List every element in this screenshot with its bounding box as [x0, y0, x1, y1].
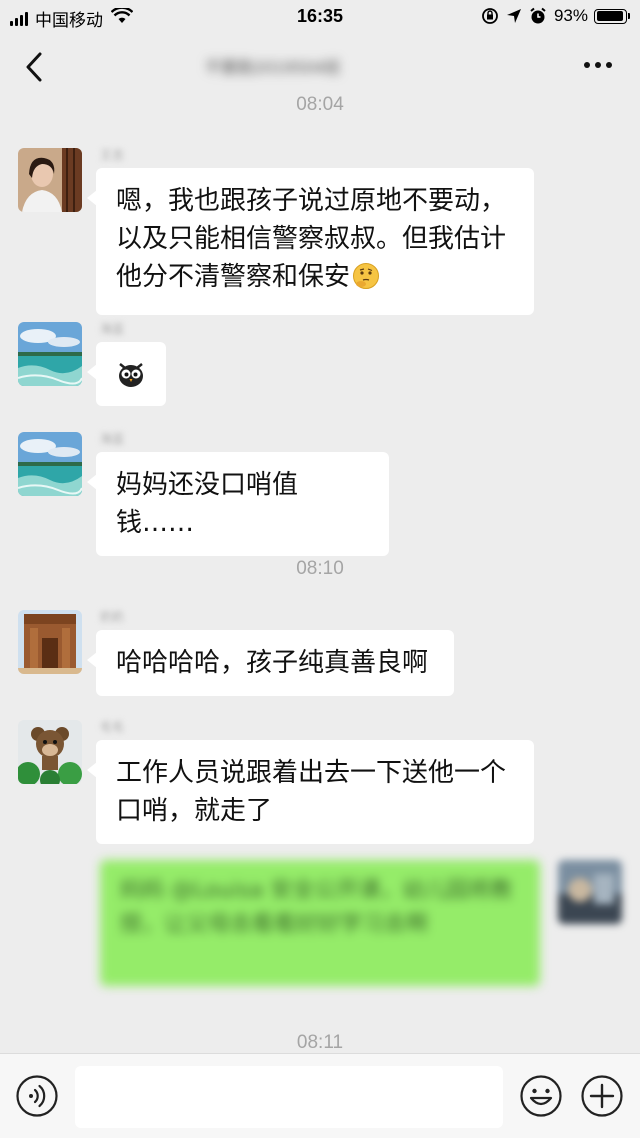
status-bar: 中国移动 16:35 93%: [0, 0, 640, 34]
message-text: 工作人员说跟着出去一下送他一个口哨，就走了: [116, 758, 507, 826]
message-bubble[interactable]: 哈哈哈哈，孩子纯真善良啊: [87, 630, 454, 696]
own-message-bubble[interactable]: 妈妈 @Louisa 安全公开课，幼儿园将教授，让父母去看看好好学习去啊: [100, 860, 540, 986]
timestamp: 08:11: [296, 1032, 344, 1053]
message-text: 哈哈哈哈，孩子纯真善良啊: [116, 648, 429, 678]
ancient-ruins-image: [18, 610, 82, 674]
orientation-lock-icon: [481, 7, 499, 25]
battery-icon: [594, 8, 630, 24]
input-bar: [0, 1053, 640, 1138]
voice-icon: [16, 1075, 58, 1117]
voice-input-button[interactable]: [15, 1074, 59, 1118]
my-avatar-image: [558, 860, 622, 924]
chat-message-list[interactable]: 08:04 王吉 嗯，我也跟孩子说过原地不要动，以及只能相信警察叔叔。但我估计他…: [0, 94, 640, 1053]
owl-emoji-icon: [119, 363, 143, 387]
alarm-icon: [529, 7, 547, 25]
timestamp: 08:10: [296, 558, 344, 579]
message-text: 妈妈 @Louisa 安全公开课，幼儿园将教授，让父母去看看好好学习去啊: [120, 878, 513, 937]
message-bubble[interactable]: 工作人员说跟着出去一下送他一个口哨，就走了: [87, 740, 534, 844]
message-bubble[interactable]: 妈妈还没口哨值钱……: [87, 452, 389, 556]
more-icon: [579, 62, 612, 68]
timestamp: 08:04: [296, 94, 344, 115]
navigation-bar: 不要跑2019504班: [0, 34, 640, 98]
sender-name: 海蓝: [100, 432, 125, 446]
message-bubble[interactable]: 嗯，我也跟孩子说过原地不要动，以及只能相信警察叔叔。但我估计他分不清警察和保安: [87, 168, 534, 315]
avatar[interactable]: [18, 610, 82, 674]
avatar[interactable]: [18, 432, 82, 496]
sender-name: 奶奶: [100, 610, 125, 624]
chat-title: 不要跑2019504班: [205, 58, 341, 77]
sticker-bubble[interactable]: [87, 342, 166, 406]
chevron-left-icon: [26, 52, 42, 82]
emoji-button[interactable]: [519, 1074, 563, 1118]
toy-monkey-image: [18, 720, 82, 784]
message-input[interactable]: [75, 1066, 503, 1128]
back-button[interactable]: [20, 50, 50, 84]
add-icon: [581, 1075, 623, 1117]
woman-portrait-image: [18, 148, 82, 212]
sender-name: 海蓝: [100, 322, 125, 336]
ocean-scenery-image: [18, 432, 82, 496]
add-button[interactable]: [580, 1074, 624, 1118]
location-icon: [506, 8, 522, 24]
status-right: 93%: [481, 6, 630, 26]
emoji-icon: [520, 1075, 562, 1117]
battery-percent: 93%: [553, 6, 588, 25]
thinking-face-emoji-icon: [352, 262, 380, 301]
message-text: 妈妈还没口哨值钱……: [116, 470, 299, 538]
sender-name: 毛毛: [100, 720, 125, 734]
avatar[interactable]: [18, 148, 82, 212]
more-options-button[interactable]: [579, 62, 612, 68]
ocean-scenery-image: [18, 322, 82, 386]
avatar[interactable]: [18, 720, 82, 784]
message-text: 嗯，我也跟孩子说过原地不要动，以及只能相信警察叔叔。但我估计他分不清警察和保安: [116, 186, 507, 292]
avatar[interactable]: [18, 322, 82, 386]
my-avatar[interactable]: [558, 860, 622, 924]
sender-name: 王吉: [100, 148, 125, 162]
